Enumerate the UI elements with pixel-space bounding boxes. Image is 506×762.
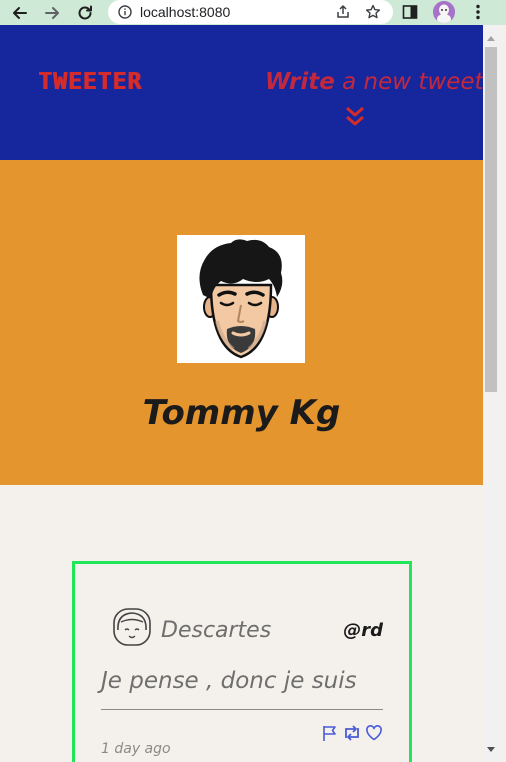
compose-tweet-link[interactable]: Write a new tweet: [265, 69, 483, 95]
like-heart-icon[interactable]: [365, 724, 383, 742]
compose-strong-text: Write: [265, 69, 335, 95]
user-avatar: [177, 235, 305, 363]
side-panel-icon[interactable]: [402, 4, 418, 20]
address-bar[interactable]: localhost:8080: [108, 0, 393, 24]
share-icon[interactable]: [335, 4, 351, 20]
reload-button[interactable]: [71, 0, 99, 25]
tweet-actions: [321, 724, 383, 742]
reload-icon: [78, 5, 92, 19]
back-arrow-icon: [13, 6, 27, 19]
profile-name: Tommy Kg: [142, 393, 341, 433]
double-chevron-down-icon[interactable]: [345, 105, 365, 127]
retweet-icon[interactable]: [342, 724, 362, 742]
forward-button[interactable]: [38, 0, 66, 25]
tweet-divider: [101, 709, 383, 710]
site-info-icon[interactable]: [118, 5, 132, 19]
scroll-down-arrow-icon[interactable]: [487, 747, 495, 753]
browser-toolbar: localhost:8080: [0, 0, 506, 25]
flag-icon[interactable]: [321, 724, 339, 742]
scroll-up-arrow-icon[interactable]: [487, 35, 495, 41]
tweet-content: Je pense , donc je suis: [101, 668, 357, 694]
user-avatar-illustration: [199, 239, 283, 359]
tweet-author-name: Descartes: [161, 618, 272, 643]
back-button[interactable]: [6, 0, 34, 25]
profile-header: Tommy Kg: [0, 160, 483, 485]
compose-rest-text: a new tweet: [334, 69, 483, 95]
url-text[interactable]: localhost:8080: [140, 4, 230, 20]
incognito-avatar-icon: [433, 1, 455, 23]
scrollbar-thumb[interactable]: [485, 47, 497, 392]
tweet-author-avatar: [113, 608, 151, 646]
page-viewport: TWEETER Write a new tweet Tommy Kg Desca…: [0, 25, 483, 762]
profile-avatar[interactable]: [433, 1, 455, 23]
brand-logo[interactable]: TWEETER: [38, 69, 142, 95]
tweet-timestamp: 1 day ago: [101, 741, 171, 757]
tweet-author-handle: @rd: [343, 620, 383, 641]
tweet-card: Descartes @rd Je pense , donc je suis 1 …: [72, 561, 412, 762]
menu-kebab-icon[interactable]: [470, 3, 486, 21]
page-scrollbar[interactable]: [483, 25, 499, 762]
bookmark-star-icon[interactable]: [365, 4, 381, 20]
top-nav: TWEETER Write a new tweet: [0, 25, 483, 160]
forward-arrow-icon: [45, 6, 59, 19]
